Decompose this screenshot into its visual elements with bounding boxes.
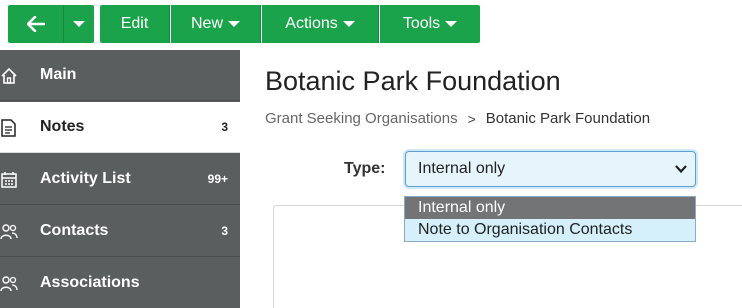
type-label: Type: [344, 160, 386, 177]
sidebar-item-label: Contacts [40, 222, 109, 239]
tools-button-label: Tools [402, 15, 441, 32]
caret-down-icon [73, 21, 85, 27]
actions-button[interactable]: Actions [262, 5, 379, 43]
sidebar-item-associations[interactable]: Associations [0, 258, 240, 308]
note-icon [1, 119, 16, 137]
breadcrumb: Grant Seeking Organisations > Botanic Pa… [265, 110, 650, 127]
sidebar-item-label: Activity List [40, 170, 131, 187]
sidebar-item-count: 3 [221, 120, 228, 134]
people-icon [0, 276, 18, 292]
type-select-value: Internal only [418, 160, 506, 177]
breadcrumb-current: Botanic Park Foundation [485, 110, 651, 127]
new-button[interactable]: New [171, 5, 261, 43]
actions-button-label: Actions [285, 15, 338, 32]
type-dropdown-list: Internal only Note to Organisation Conta… [404, 196, 696, 242]
sidebar-item-main[interactable]: Main [0, 50, 240, 101]
breadcrumb-separator: > [467, 110, 476, 127]
edit-button[interactable]: Edit [100, 5, 170, 43]
sidebar-item-count: 99+ [207, 172, 228, 186]
caret-down-icon [445, 21, 458, 27]
calendar-icon [1, 172, 17, 188]
new-button-label: New [190, 15, 223, 32]
sidebar-item-contacts[interactable]: Contacts 3 [0, 206, 240, 257]
sidebar: Main Notes 3 Activity List 99+ Contacts … [0, 50, 240, 308]
back-button[interactable] [8, 5, 64, 43]
type-option-internal-only[interactable]: Internal only [405, 197, 695, 219]
type-option-note-to-organisation-contacts[interactable]: Note to Organisation Contacts [405, 219, 695, 241]
sidebar-item-label: Associations [40, 274, 140, 291]
caret-down-icon [342, 21, 355, 27]
sidebar-item-count: 3 [221, 224, 228, 238]
caret-down-icon [228, 21, 240, 27]
page-title: Botanic Park Foundation [265, 66, 561, 96]
people-icon [0, 224, 18, 240]
back-dropdown-button[interactable] [64, 5, 94, 43]
sidebar-item-notes[interactable]: Notes 3 [0, 102, 240, 153]
type-select[interactable]: Internal only [405, 151, 696, 187]
sidebar-item-activity-list[interactable]: Activity List 99+ [0, 154, 240, 205]
sidebar-item-label: Main [40, 66, 77, 83]
tools-button[interactable]: Tools [380, 5, 480, 43]
toolbar: Edit New Actions Tools [0, 0, 742, 48]
chevron-down-icon [675, 165, 687, 174]
arrow-left-icon [26, 16, 45, 32]
breadcrumb-parent-link[interactable]: Grant Seeking Organisations [265, 110, 458, 127]
home-icon [1, 67, 17, 84]
sidebar-item-label: Notes [40, 118, 85, 135]
edit-button-label: Edit [120, 15, 149, 32]
